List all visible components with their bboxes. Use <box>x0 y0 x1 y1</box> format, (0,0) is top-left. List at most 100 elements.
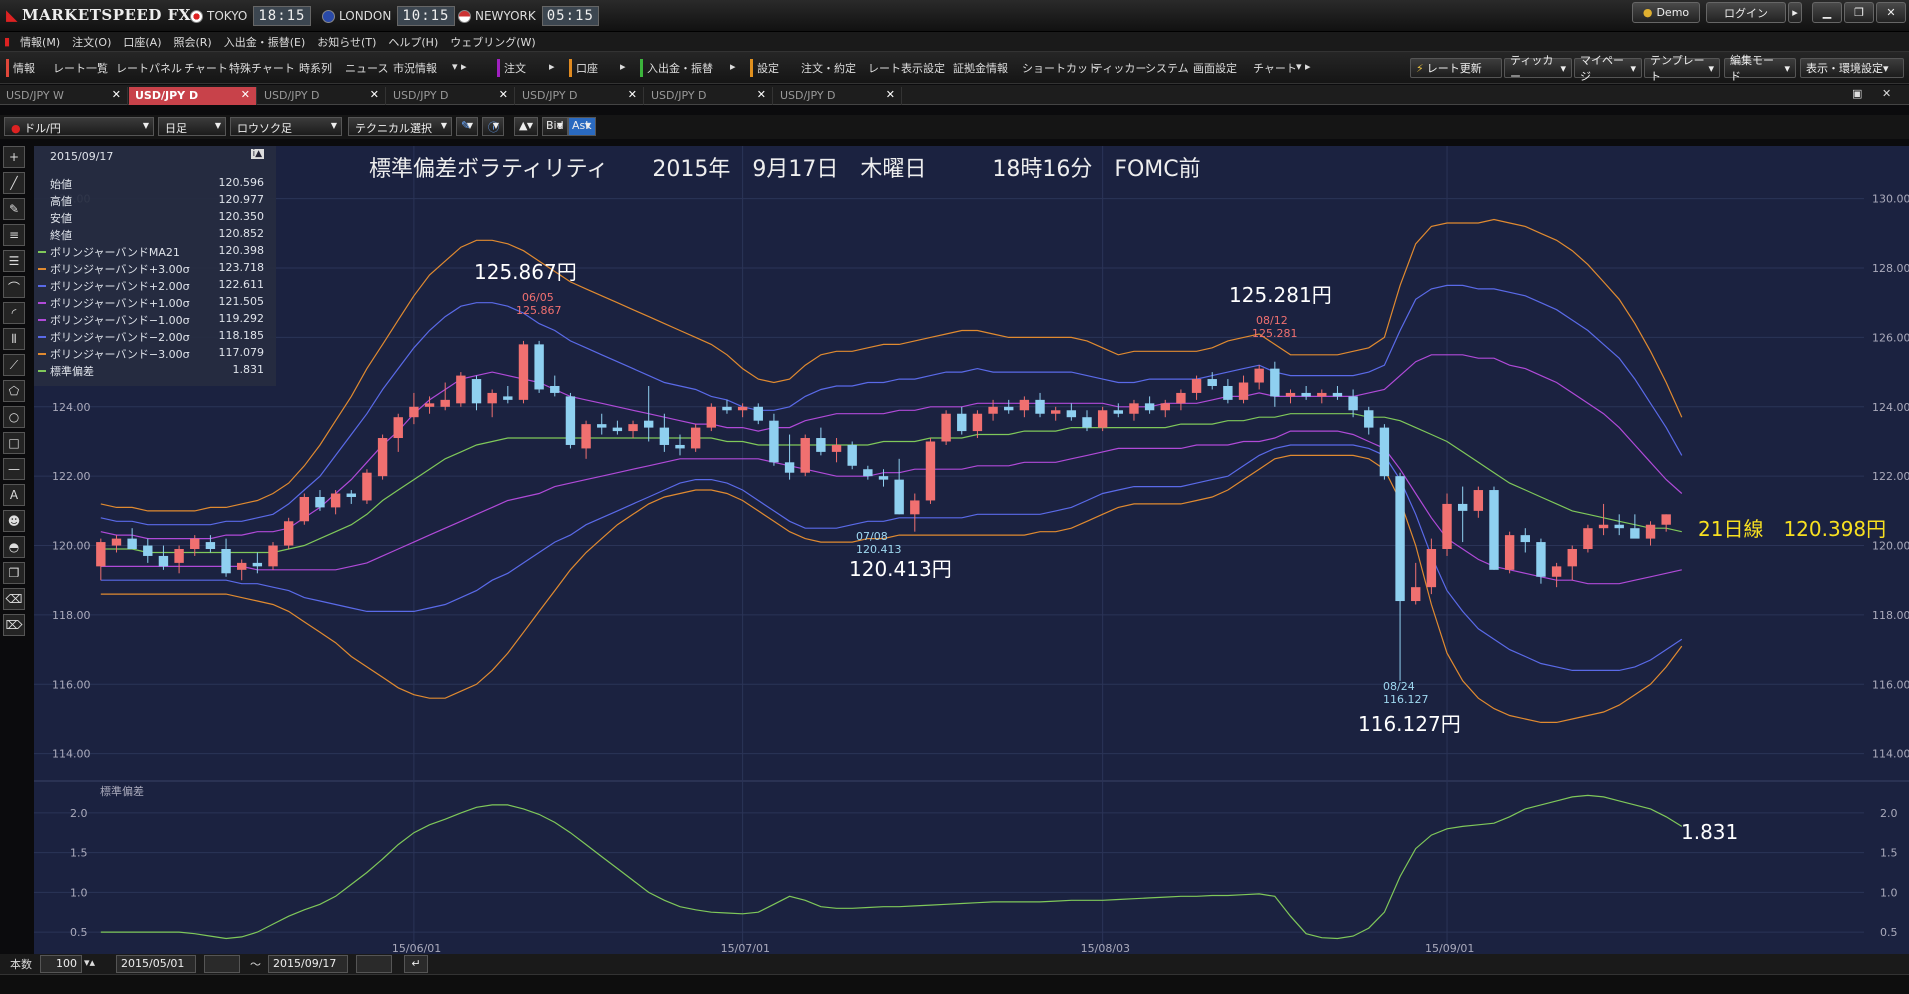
close-icon[interactable]: ✕ <box>370 88 379 101</box>
ticker-button[interactable]: ティッカー ▾ <box>1504 54 1572 83</box>
horizontal-line-icon[interactable]: ≡ <box>3 224 25 246</box>
toolbar-shortcut[interactable]: ショートカット <box>1022 60 1099 76</box>
chart-style-select[interactable]: ロウソク足 <box>230 117 342 136</box>
pen-tool-button[interactable]: ✎ <box>456 117 478 136</box>
toolbar-margin-info[interactable]: 証拠金情報 <box>953 60 1008 76</box>
toolbar-chart[interactable]: チャート <box>184 60 228 76</box>
demo-button[interactable]: ● Demo <box>1632 2 1700 23</box>
toolbar-rate-list[interactable]: レート一覧 <box>53 60 108 76</box>
restore-button[interactable]: ❐ <box>1844 2 1874 23</box>
to-date-input[interactable]: 2015/09/17 <box>268 955 348 973</box>
toolbar-more-icon[interactable]: ▸ <box>620 60 626 76</box>
channel-icon[interactable]: ☰ <box>3 250 25 272</box>
toolbar-timeseries[interactable]: 時系列 <box>299 60 332 76</box>
toolbar-more-icon[interactable]: ▾ ▸ <box>452 60 467 76</box>
close-icon[interactable]: ✕ <box>757 88 766 101</box>
ruler-icon[interactable]: ✎ <box>3 198 25 220</box>
close-panel-icon[interactable]: ✕ <box>1882 87 1891 100</box>
login-arrow-button[interactable]: ▸ <box>1788 2 1802 23</box>
toolbar-special-chart[interactable]: 特殊チャート <box>229 60 295 76</box>
trendline-icon[interactable]: ╱ <box>3 172 25 194</box>
eraser-all-icon[interactable]: ⌦ <box>3 614 25 636</box>
menu-item-webring[interactable]: ウェブリング(W) <box>444 34 541 50</box>
menu-item-help[interactable]: ヘルプ(H) <box>382 34 444 50</box>
tab-usdjpy-d[interactable]: USD/JPY D ✕ <box>258 87 386 105</box>
minimize-button[interactable]: ▁ <box>1812 2 1842 23</box>
toolbar-market-info[interactable]: 市況情報 <box>393 60 437 76</box>
toolbar-more-icon[interactable]: ▾ ▸ <box>1296 60 1311 76</box>
toolbar-rate-display[interactable]: レート表示設定 <box>868 60 945 76</box>
display-settings-button[interactable]: 表示・環境設定 ▾ <box>1800 58 1904 78</box>
tab-usdjpy-d[interactable]: USD/JPY D ✕ <box>387 87 515 105</box>
pitchfork-icon[interactable]: ⟋ <box>3 354 25 376</box>
maximize-panel-icon[interactable]: ▣ <box>1852 87 1862 100</box>
menu-item-order[interactable]: 注文(O) <box>66 34 117 50</box>
info-toggle-icon[interactable]: i▲ <box>250 149 264 159</box>
toolbar-order[interactable]: 注文 <box>504 60 526 76</box>
rectangle-icon[interactable]: □ <box>3 432 25 454</box>
count-input[interactable]: 100 <box>40 955 82 973</box>
tab-usdjpy-d[interactable]: USD/JPY D ✕ <box>645 87 773 105</box>
vertical-lines-icon[interactable]: ⦀ <box>3 328 25 350</box>
close-icon[interactable]: ✕ <box>499 88 508 101</box>
close-icon[interactable]: ✕ <box>886 88 895 101</box>
pair-select[interactable]: ● ドル/円 <box>4 117 154 136</box>
chart-type-button[interactable]: ▲ <box>514 117 538 136</box>
toolbar-settings[interactable]: 設定 <box>757 60 779 76</box>
from-time-input[interactable] <box>204 955 240 973</box>
toolbar-deposit[interactable]: 入出金・振替 <box>647 60 713 76</box>
from-date-input[interactable]: 2015/05/01 <box>116 955 196 973</box>
candle-body <box>1645 524 1656 539</box>
eraser-icon[interactable]: ⌫ <box>3 588 25 610</box>
toolbar-ticker[interactable]: ティッカー <box>1092 60 1146 76</box>
fan-icon[interactable]: ◜ <box>3 302 25 324</box>
edit-mode-button[interactable]: 編集モード ▾ <box>1724 54 1796 83</box>
toolbar-more-icon[interactable]: ▸ <box>549 60 555 76</box>
toolbar-order-exec[interactable]: 注文・約定 <box>801 60 856 76</box>
mypage-button[interactable]: マイページ ▾ <box>1574 54 1642 83</box>
tab-usdjpy-w[interactable]: USD/JPY W ✕ <box>0 87 128 105</box>
toolbar-info[interactable]: 情報 <box>13 60 35 76</box>
tab-usdjpy-d[interactable]: USD/JPY D ✕ <box>516 87 644 105</box>
to-time-input[interactable] <box>356 955 392 973</box>
toolbar-more-icon[interactable]: ▸ <box>730 60 736 76</box>
close-icon[interactable]: ✕ <box>628 88 637 101</box>
apply-button[interactable]: ↵ <box>404 955 428 973</box>
technical-select[interactable]: テクニカル選択 <box>348 117 452 136</box>
icon-stamp-icon[interactable]: ☻ <box>3 510 25 532</box>
bid-button[interactable]: Bid <box>542 117 568 136</box>
tab-usdjpy-d[interactable]: USD/JPY D ✕ <box>774 87 902 105</box>
toolbar-screen-settings[interactable]: 画面設定 <box>1193 60 1237 76</box>
circle-icon[interactable]: ○ <box>3 406 25 428</box>
copy-icon[interactable]: ❐ <box>3 562 25 584</box>
rate-update-button[interactable]: ⚡ レート更新 <box>1410 58 1502 78</box>
toolbar-account[interactable]: 口座 <box>576 60 598 76</box>
line-icon[interactable]: — <box>3 458 25 480</box>
toolbar-system[interactable]: システム <box>1145 60 1189 76</box>
crosshair-icon[interactable]: + <box>3 146 25 168</box>
template-button[interactable]: テンプレート ▾ <box>1644 54 1720 83</box>
login-button[interactable]: ログイン <box>1706 2 1786 23</box>
menu-item-news[interactable]: お知らせ(T) <box>311 34 382 50</box>
menu-item-info[interactable]: 情報(M) <box>14 34 66 50</box>
close-icon[interactable]: ✕ <box>112 88 121 101</box>
close-icon[interactable]: ✕ <box>241 88 250 101</box>
magnet-icon[interactable]: ◓ <box>3 536 25 558</box>
count-stepper-icon[interactable]: ▾▴ <box>84 956 95 972</box>
tab-usdjpy-d-active[interactable]: USD/JPY D ✕ <box>129 87 257 105</box>
info-button[interactable]: ⓘ <box>482 117 504 136</box>
pentagon-icon[interactable]: ⬠ <box>3 380 25 402</box>
chart-area[interactable]: 130.00130.00128.00128.00126.00126.00124.… <box>34 146 1909 954</box>
menu-item-account[interactable]: 口座(A) <box>117 34 167 50</box>
fibonacci-icon[interactable]: ⌒ <box>3 276 25 298</box>
candle-body <box>1113 410 1123 414</box>
toolbar-rate-panel[interactable]: レートパネル <box>116 60 182 76</box>
ask-button[interactable]: Ask <box>568 117 596 136</box>
toolbar-news[interactable]: ニュース <box>345 60 388 76</box>
menu-item-deposit[interactable]: 入出金・振替(E) <box>218 34 312 50</box>
period-select[interactable]: 日足 <box>158 117 226 136</box>
text-icon[interactable]: A <box>3 484 25 506</box>
close-window-button[interactable]: ✕ <box>1876 2 1906 23</box>
toolbar-chart-settings[interactable]: チャート <box>1253 60 1297 76</box>
menu-item-inquiry[interactable]: 照会(R) <box>168 34 218 50</box>
